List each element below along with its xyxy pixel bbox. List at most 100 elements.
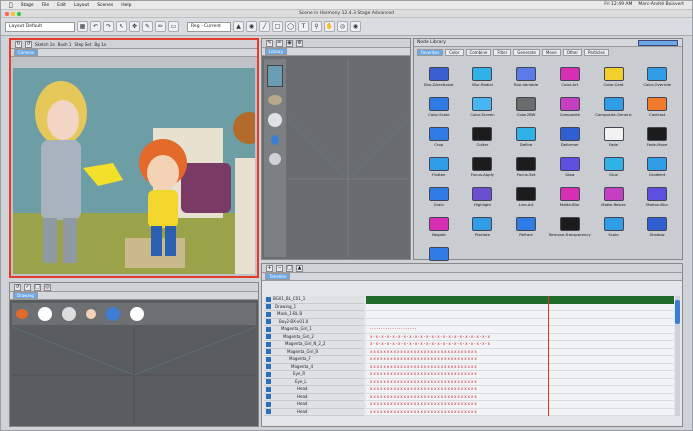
redo-icon[interactable]: ↷: [103, 21, 114, 32]
node-item[interactable]: Glow: [549, 157, 591, 185]
node-item[interactable]: Glue: [593, 157, 635, 185]
frame-row[interactable]: xxxxxxxxxxxxxxxxxxxxxxxxxxxxxxxx: [366, 356, 674, 364]
layer-row[interactable]: Magenta_Girl_1: [264, 326, 364, 334]
layer-row[interactable]: Mask_1-BL B: [264, 311, 364, 319]
camera-tool-label-3[interactable]: Step Set: [74, 42, 91, 47]
node-item[interactable]: Line-Art: [505, 187, 547, 215]
brush-icon[interactable]: ✎: [266, 39, 273, 47]
node-item[interactable]: Define: [505, 127, 547, 155]
brush-preset-6[interactable]: [130, 307, 144, 321]
frame-grid[interactable]: ꞏꞏꞏꞏꞏꞏꞏꞏꞏꞏꞏꞏꞏꞏꞏꞏꞏꞏꞏꞏꞏ xꞏxꞏxꞏxꞏxꞏxꞏxꞏxꞏxꞏx…: [366, 296, 674, 416]
layer-row[interactable]: Head: [264, 409, 364, 416]
brush-tool-icon[interactable]: ✎: [142, 21, 153, 32]
layer-row[interactable]: Eye_R: [264, 371, 364, 379]
rectangle-tool-icon[interactable]: □: [272, 21, 283, 32]
camera-tool-icon[interactable]: ◉: [350, 21, 361, 32]
layer-visibility-checkbox[interactable]: [266, 379, 271, 385]
frame-row[interactable]: [366, 319, 674, 326]
thumbnail-ball[interactable]: [269, 153, 281, 165]
layer-visibility-checkbox[interactable]: [266, 334, 271, 340]
node-tab-5[interactable]: Move: [541, 49, 561, 56]
frame-row[interactable]: xxxxxxxxxxxxxxxxxxxxxxxxxxxxxxxx: [366, 379, 674, 386]
eraser-tool-icon[interactable]: ▭: [168, 21, 179, 32]
layer-row[interactable]: Head: [264, 394, 364, 401]
node-tab-7[interactable]: Particles: [584, 49, 609, 56]
settings-icon[interactable]: ⚙: [296, 39, 303, 47]
remove-layer-icon[interactable]: −: [276, 264, 283, 272]
layer-row[interactable]: Eye_L: [264, 379, 364, 386]
frame-row[interactable]: xxxxxxxxxxxxxxxxxxxxxxxxxxxxxxxx: [366, 371, 674, 379]
node-item[interactable]: Crop: [418, 127, 460, 155]
select-tool-icon[interactable]: ↖: [116, 21, 127, 32]
node-item[interactable]: Shadow: [636, 217, 678, 245]
frame-row[interactable]: xxxxxxxxxxxxxxxxxxxxxxxxxxxxxxxx: [366, 409, 674, 416]
tab-drawing[interactable]: Drawing: [13, 292, 38, 299]
zoom-window-button[interactable]: [17, 12, 21, 16]
rotate-left-icon[interactable]: ↺: [14, 283, 21, 291]
frame-row[interactable]: xꞏxꞏxꞏxꞏxꞏxꞏxꞏxꞏxꞏxꞏxꞏxꞏxꞏxꞏxꞏxꞏxꞏxꞏxꞏxꞏ…: [366, 334, 674, 341]
frame-row[interactable]: xxxxxxxxxxxxxxxxxxxxxxxxxxxxxxxx: [366, 349, 674, 356]
node-tab-2[interactable]: Combine: [465, 49, 492, 56]
node-item[interactable]: Matte-Resize: [593, 187, 635, 215]
brush-preset-4[interactable]: [86, 309, 96, 319]
thumbnail-scene[interactable]: [267, 65, 283, 87]
apple-icon[interactable]: : [9, 2, 13, 9]
layer-row[interactable]: Boy2-BX-v01.0: [264, 319, 364, 326]
layer-row[interactable]: Head: [264, 386, 364, 394]
brush-preset-1[interactable]: [16, 309, 28, 319]
thumbnail-eye[interactable]: [268, 113, 282, 127]
menu-edit[interactable]: Edit: [57, 3, 66, 8]
layer-row[interactable]: Magenta_Girl_2: [264, 334, 364, 341]
zoom-tool-icon[interactable]: ⚲: [311, 21, 322, 32]
node-item[interactable]: Blur-Directional: [418, 67, 460, 95]
hand-tool-icon[interactable]: ✋: [324, 21, 335, 32]
node-tab-6[interactable]: Other: [562, 49, 583, 56]
node-item[interactable]: Pixelate: [462, 217, 504, 245]
frame-row[interactable]: [366, 304, 674, 311]
node-item[interactable]: Color-Art: [549, 67, 591, 95]
frame-row[interactable]: xꞏxꞏxꞏxꞏxꞏxꞏxꞏxꞏxꞏxꞏxꞏxꞏxꞏxꞏxꞏxꞏxꞏxꞏxꞏxꞏ…: [366, 341, 674, 349]
node-item[interactable]: Highlight: [462, 187, 504, 215]
node-item[interactable]: Color-Screen: [462, 97, 504, 125]
scene-dropdown[interactable]: Reg - Current: [187, 21, 231, 32]
line-tool-icon[interactable]: ╱: [259, 21, 270, 32]
node-tab-3[interactable]: Filter: [493, 49, 512, 56]
frame-row[interactable]: xxxxxxxxxxxxxxxxxxxxxxxxxxxxxxxx: [366, 394, 674, 401]
node-item[interactable]: Gradient: [636, 157, 678, 185]
ellipse-tool-icon[interactable]: ◯: [285, 21, 296, 32]
brush-preset-2[interactable]: [38, 307, 52, 321]
node-item[interactable]: Grain: [418, 187, 460, 215]
node-item[interactable]: Refract: [505, 217, 547, 245]
node-item[interactable]: Deformer: [549, 127, 591, 155]
node-item[interactable]: Color-Card: [593, 67, 635, 95]
brush-preset-3[interactable]: [62, 307, 76, 321]
folder-icon[interactable]: □: [286, 264, 293, 272]
timeline-scrollbar[interactable]: [675, 296, 680, 416]
layer-row[interactable]: BG01_BL_C01_1: [264, 296, 364, 304]
node-item[interactable]: Remove-Transparency: [549, 217, 591, 245]
layer-row[interactable]: Drawing_1: [264, 304, 364, 311]
bucket-icon[interactable]: ◉: [286, 39, 293, 47]
menu-layout[interactable]: Layout: [74, 3, 89, 8]
node-tab-4[interactable]: Generate: [513, 49, 540, 56]
layer-row[interactable]: Magenta_4: [264, 364, 364, 371]
undo-icon[interactable]: ↶: [90, 21, 101, 32]
onion-skin-icon[interactable]: ◎: [337, 21, 348, 32]
layer-row[interactable]: Magenta_Girl_N_2_2: [264, 341, 364, 349]
camera-tool-label-4[interactable]: Bg 1a: [94, 42, 106, 47]
minimize-window-button[interactable]: [11, 12, 15, 16]
brush-preset-5[interactable]: [106, 307, 120, 321]
menu-stage[interactable]: Stage: [21, 3, 34, 8]
node-item[interactable]: Scale: [593, 217, 635, 245]
node-item[interactable]: Focus-Apply: [462, 157, 504, 185]
frame-row[interactable]: ꞏꞏꞏꞏꞏꞏꞏꞏꞏꞏꞏꞏꞏꞏꞏꞏꞏꞏꞏꞏꞏ: [366, 326, 674, 334]
node-item[interactable]: Motion-Blur: [636, 187, 678, 215]
layer-visibility-checkbox[interactable]: [266, 341, 271, 347]
camera-tool-label-1[interactable]: Sketch 1a: [35, 42, 55, 47]
node-item[interactable]: Composite: [549, 97, 591, 125]
frame-row[interactable]: xxxxxxxxxxxxxxxxxxxxxxxxxxxxxxxx: [366, 401, 674, 409]
node-item[interactable]: Fade-Move: [636, 127, 678, 155]
layer-visibility-checkbox[interactable]: [266, 326, 271, 332]
timeline-scroll-thumb[interactable]: [675, 300, 680, 324]
thumbnail-hand[interactable]: [268, 95, 282, 105]
